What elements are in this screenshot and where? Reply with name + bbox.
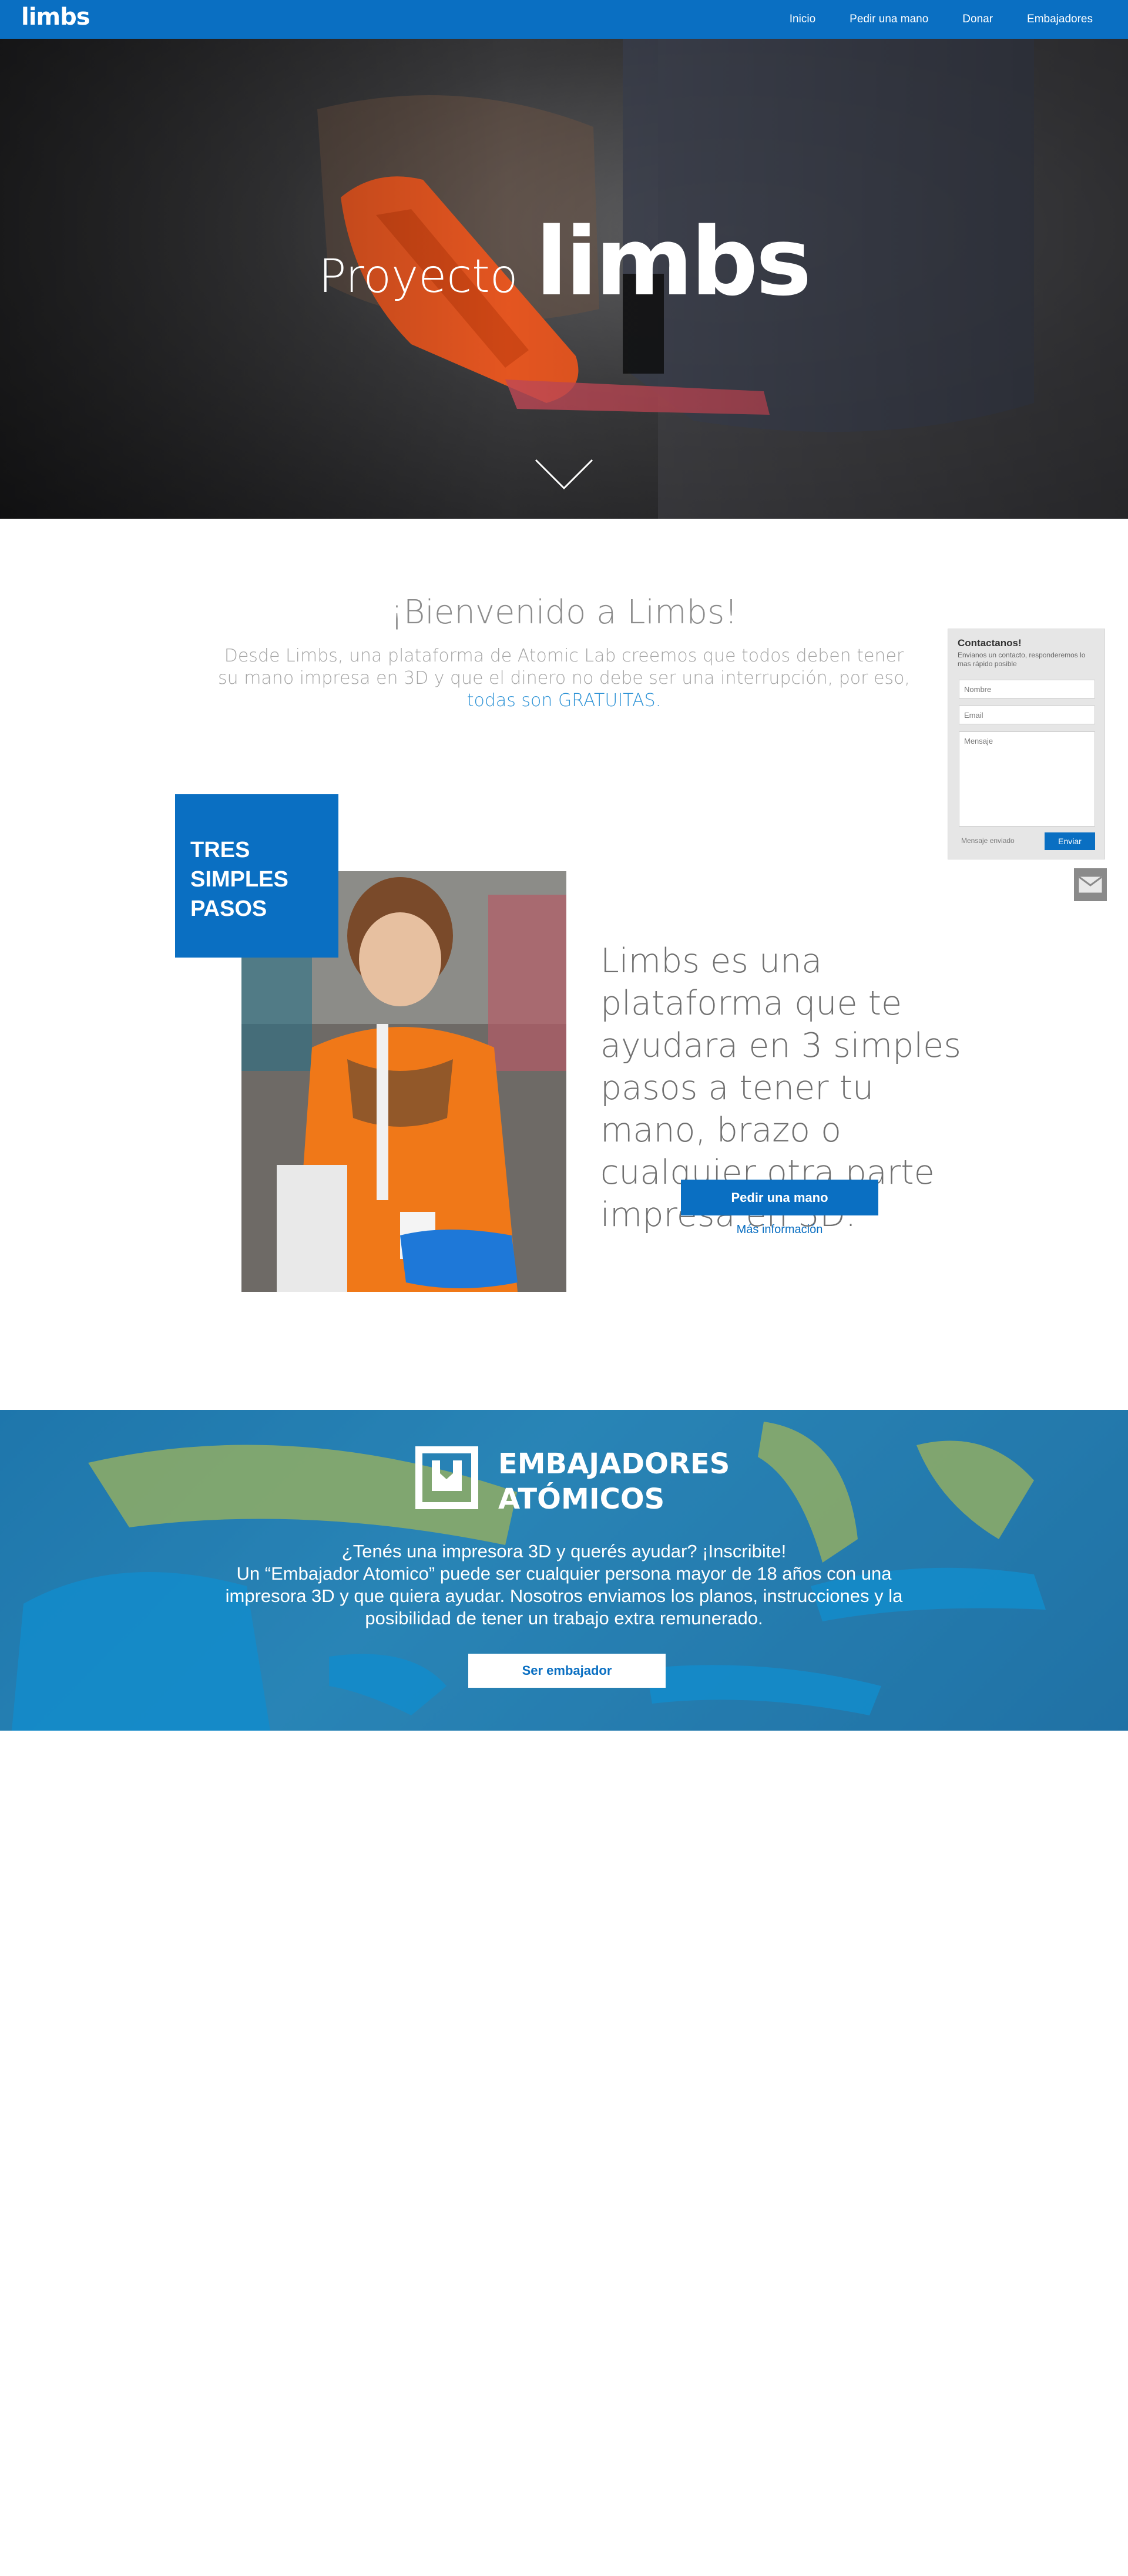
ambassadors-description: Un “Embajador Atomico” puede ser cualqui…: [225, 1563, 903, 1628]
ser-embajador-button[interactable]: Ser embajador: [468, 1654, 666, 1688]
welcome-text: Desde Limbs, una plataforma de Atomic La…: [212, 645, 916, 712]
nav-link-donar[interactable]: Donar: [962, 13, 993, 26]
contact-send-button[interactable]: Enviar: [1045, 832, 1095, 850]
chevron-down-icon[interactable]: [535, 459, 593, 491]
ambassadors-section: EMBAJADORES ATÓMICOS ¿Tenés una impresor…: [0, 1410, 1128, 1731]
contact-name-input[interactable]: [959, 680, 1095, 698]
ambassador-logo-icon: [415, 1446, 478, 1509]
contact-subtitle: Envianos un contacto, responderemos lo m…: [958, 651, 1086, 668]
ambassadors-title-line2: ATÓMICOS: [498, 1483, 665, 1516]
mas-informacion-link[interactable]: Más información: [681, 1223, 878, 1237]
contact-status-text: Mensaje enviado: [961, 837, 1015, 845]
hero-limbs-wordmark: limbs: [535, 207, 811, 317]
nav-link-pedir-una-mano[interactable]: Pedir una mano: [850, 13, 928, 26]
ambassadors-title-line1: EMBAJADORES: [498, 1447, 730, 1480]
ambassadors-text: ¿Tenés una impresora 3D y querés ayudar?…: [223, 1540, 905, 1630]
hero-logo: Proyecto limbs: [0, 215, 1128, 309]
steps-label-text: TRES SIMPLES PASOS: [190, 838, 288, 921]
nav-links: Inicio Pedir una mano Donar Embajadores: [790, 0, 1093, 39]
top-navbar: limbs Inicio Pedir una mano Donar Embaja…: [0, 0, 1128, 39]
contact-message-input[interactable]: [959, 731, 1095, 827]
contact-title: Contactanos!: [958, 637, 1022, 649]
ambassadors-title: EMBAJADORES ATÓMICOS: [498, 1446, 730, 1517]
mail-toggle-button[interactable]: [1074, 868, 1107, 901]
contact-email-input[interactable]: [959, 706, 1095, 724]
nav-link-inicio[interactable]: Inicio: [790, 13, 815, 26]
nav-logo[interactable]: limbs: [21, 4, 90, 31]
contact-widget: Contactanos! Envianos un contacto, respo…: [948, 629, 1105, 859]
welcome-title: ¡Bienvenido a Limbs!: [390, 593, 738, 632]
welcome-text-body: Desde Limbs, una plataforma de Atomic La…: [218, 646, 910, 688]
nav-link-embajadores[interactable]: Embajadores: [1027, 13, 1093, 26]
pedir-una-mano-button[interactable]: Pedir una mano: [681, 1180, 878, 1215]
ambassadors-question: ¿Tenés una impresora 3D y querés ayudar?…: [341, 1541, 787, 1561]
steps-label-box: TRES SIMPLES PASOS: [175, 794, 338, 958]
welcome-highlight: todas son GRATUITAS.: [466, 690, 662, 711]
ambassador-logo-glyph: [432, 1460, 462, 1491]
mail-icon: [1079, 876, 1102, 893]
hero-banner: Proyecto limbs: [0, 39, 1128, 519]
hero-proyecto-text: Proyecto: [318, 250, 518, 303]
